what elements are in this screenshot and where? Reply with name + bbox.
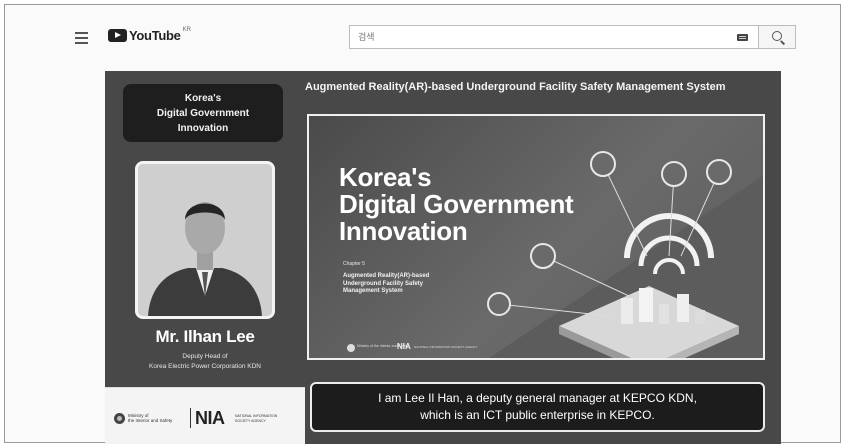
- youtube-wordmark: YouTube: [129, 28, 181, 43]
- slide-nia-logo: NIA: [397, 342, 411, 351]
- keyboard-icon[interactable]: [737, 34, 748, 41]
- caption-box: I am Lee Il Han, a deputy general manage…: [310, 382, 765, 432]
- browser-frame: YouTube KR Korea's Digital Government In…: [4, 4, 841, 444]
- ministry-emblem-icon: [114, 413, 125, 424]
- video-player[interactable]: Korea's Digital Government Innovation Mr…: [105, 71, 781, 444]
- slide-chapter: Chapter 5: [343, 261, 365, 267]
- youtube-logo[interactable]: YouTube KR: [108, 26, 191, 43]
- slide-heading: Korea's Digital Government Innovation: [339, 162, 574, 246]
- caption-line: which is an ICT public enterprise in KEP…: [420, 408, 655, 422]
- nia-name: NATIONAL INFORMATION SOCIETY AGENCY: [235, 414, 278, 423]
- slide-nia-name: NATIONAL INFORMATION SOCIETY AGENCY: [414, 345, 478, 349]
- slide-ministry-emblem-icon: [347, 344, 355, 352]
- hamburger-icon[interactable]: [75, 32, 88, 47]
- caption-line: I am Lee Il Han, a deputy general manage…: [378, 391, 697, 405]
- presenter-name: Mr. Ilhan Lee: [155, 327, 255, 346]
- ministry-name: Ministry of the Interior and Safety: [128, 413, 173, 423]
- series-badge: Korea's Digital Government Innovation: [123, 84, 283, 142]
- presentation-slide: Korea's Digital Government Innovation Ch…: [307, 114, 765, 360]
- country-code: KR: [182, 26, 191, 33]
- presenter-title: Deputy Head of Korea Electric Power Corp…: [149, 353, 261, 370]
- slide-subtitle: Augmented Reality(AR)-based Underground …: [343, 273, 430, 294]
- search-input[interactable]: [350, 26, 758, 48]
- nia-logo: NIA: [195, 408, 225, 428]
- search-box[interactable]: [349, 25, 759, 49]
- logo-divider: [190, 408, 191, 428]
- presenter-portrait: [138, 164, 272, 316]
- search-button[interactable]: [758, 25, 796, 49]
- video-title: Augmented Reality(AR)-based Underground …: [305, 81, 726, 93]
- presenter-photo: [135, 161, 275, 319]
- sponsor-logos: Ministry of the Interior and Safety NIA …: [105, 387, 305, 444]
- youtube-play-icon: [108, 29, 127, 42]
